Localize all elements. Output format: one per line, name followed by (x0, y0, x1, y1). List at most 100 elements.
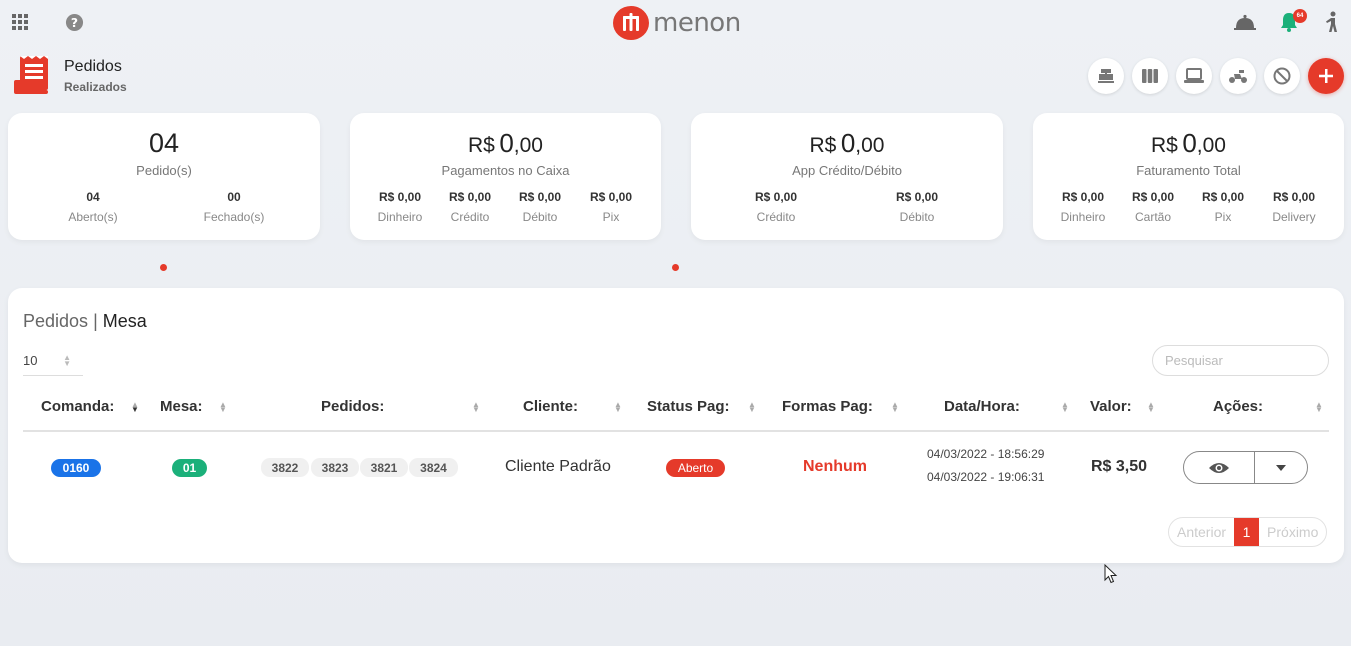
sort-icon[interactable]: ▲ ▼ (1315, 401, 1323, 414)
cashier-item-value: R$ 0,00 (448, 190, 492, 204)
total-item-value: R$ 0,00 (1272, 190, 1316, 204)
apps-grid-icon[interactable] (9, 11, 31, 33)
app-item-value: R$ 0,00 (754, 190, 798, 204)
carousel-dot[interactable] (160, 264, 167, 271)
sort-icon[interactable]: ▲ ▼ (1061, 401, 1069, 414)
person-icon[interactable] (1321, 11, 1343, 33)
cashier-int: 0 (499, 128, 514, 158)
data-inicio: 04/03/2022 - 18:56:29 (927, 447, 1045, 461)
carousel-dot[interactable] (672, 264, 679, 271)
header-pedidos[interactable]: Pedidos: (321, 398, 384, 415)
app-item-value: R$ 0,00 (895, 190, 939, 204)
sort-icon[interactable]: ▲ ▼ (1147, 401, 1155, 414)
total-item-value: R$ 0,00 (1201, 190, 1245, 204)
cashier-currency: R$ (468, 134, 495, 157)
header-formas[interactable]: Formas Pag: (782, 398, 873, 415)
brand-logo[interactable]: menon (613, 6, 741, 40)
block-button[interactable] (1264, 58, 1300, 94)
total-int: 0 (1182, 128, 1197, 158)
formas-pag-value: Nenhum (803, 458, 867, 475)
cash-register-button[interactable] (1088, 58, 1124, 94)
menon-logo-icon (613, 6, 649, 40)
add-icon (1319, 69, 1333, 83)
sort-icon[interactable]: ▲ ▼ (131, 401, 139, 414)
svg-text:?: ? (70, 15, 77, 29)
cashier-item: R$ 0,00 Dinheiro (365, 190, 435, 224)
pedido-chip[interactable]: 3824 (409, 458, 458, 477)
orders-count: 04 (148, 128, 180, 158)
laptop-button[interactable] (1176, 58, 1212, 94)
page-button-current[interactable]: 1 (1234, 518, 1260, 546)
total-item-label: Dinheiro (1060, 210, 1106, 224)
pedido-chip[interactable]: 3822 (261, 458, 309, 477)
comanda-badge: 0160 (51, 459, 101, 477)
header-mesa[interactable]: Mesa: (160, 398, 203, 415)
app-caption: App Crédito/Débito (792, 163, 902, 178)
sort-icon[interactable]: ▲ ▼ (472, 401, 480, 414)
panel-title-separator: | (88, 311, 103, 331)
orders-card: 04 Pedido(s) 04 Aberto(s) 00 Fechado(s) (8, 113, 320, 240)
select-arrows-icon: ▲ ▼ (63, 353, 71, 368)
columns-button[interactable] (1132, 58, 1168, 94)
pedido-chip[interactable]: 3821 (360, 458, 408, 477)
header-acoes[interactable]: Ações: (1213, 398, 1263, 415)
total-item-value: R$ 0,00 (1131, 190, 1175, 204)
total-card: R$ 0,00 Faturamento Total R$ 0,00 Dinhei… (1033, 113, 1344, 240)
delivery-button[interactable] (1220, 58, 1256, 94)
header-valor[interactable]: Valor: (1090, 398, 1132, 415)
sort-icon[interactable]: ▲ ▼ (748, 401, 756, 414)
app-int: 0 (840, 128, 856, 158)
caret-down-icon (1276, 464, 1286, 471)
cashier-item-value: R$ 0,00 (378, 190, 422, 204)
cliente-name: Cliente Padrão (505, 458, 611, 475)
sort-icon[interactable]: ▲ ▼ (614, 401, 622, 414)
add-button[interactable] (1308, 58, 1344, 94)
total-item-value: R$ 0,00 (1061, 190, 1105, 204)
eye-icon (1209, 462, 1229, 473)
orders-panel: Pedidos | Mesa 10 ▲▼ Comanda: ▲▼ Mesa: ▲… (8, 288, 1344, 563)
brand-name: menon (653, 8, 741, 38)
total-item-label: Pix (1214, 210, 1232, 224)
cashier-caption: Pagamentos no Caixa (441, 163, 570, 178)
page-length-select[interactable]: 10 ▲ ▼ (23, 348, 83, 376)
cashier-dec: ,00 (513, 134, 543, 157)
cashier-item-label: Crédito (450, 210, 490, 224)
orders-closed-label: Fechado(s) (203, 210, 265, 224)
mouse-cursor-icon (1104, 564, 1118, 584)
total-item-label: Delivery (1272, 210, 1316, 224)
columns-icon (1142, 69, 1158, 83)
header-comanda[interactable]: Comanda: (41, 398, 114, 415)
notification-badge: 64 (1293, 9, 1307, 23)
cashier-item-label: Pix (602, 210, 620, 224)
laptop-icon (1184, 68, 1204, 83)
next-page-button[interactable]: Próximo (1259, 518, 1326, 546)
search-input[interactable] (1152, 345, 1329, 376)
header-cliente[interactable]: Cliente: (523, 398, 578, 415)
orders-open: 04 Aberto(s) (58, 190, 128, 224)
orders-caption: Pedido(s) (136, 163, 192, 178)
app-item-label: Débito (899, 210, 935, 224)
more-actions-button[interactable] (1255, 452, 1307, 483)
orders-closed: 00 Fechado(s) (199, 190, 269, 224)
help-icon[interactable]: ? (63, 11, 85, 33)
sort-icon[interactable]: ▲ ▼ (891, 401, 899, 414)
row-actions (1183, 451, 1308, 484)
cashier-card: R$ 0,00 Pagamentos no Caixa R$ 0,00 Dinh… (350, 113, 661, 240)
header-data[interactable]: Data/Hora: (944, 398, 1020, 415)
sort-icon[interactable]: ▲ ▼ (219, 401, 227, 414)
total-item: R$ 0,00 Pix (1188, 190, 1258, 224)
status-badge: Aberto (666, 459, 725, 477)
prev-page-button[interactable]: Anterior (1169, 518, 1234, 546)
top-bar: ? menon 64 (0, 0, 1351, 46)
table-header-divider (23, 430, 1329, 432)
cloche-icon[interactable] (1234, 11, 1256, 33)
cashier-item-label: Débito (522, 210, 558, 224)
page-title: Pedidos (64, 58, 122, 75)
app-total: R$ 0,00 (691, 128, 1003, 159)
data-fim: 04/03/2022 - 19:06:31 (927, 470, 1045, 484)
view-button[interactable] (1184, 452, 1255, 483)
delivery-icon (1229, 70, 1247, 83)
pedido-chip[interactable]: 3823 (311, 458, 359, 477)
pagination: Anterior 1 Próximo (1168, 517, 1328, 547)
header-status[interactable]: Status Pag: (647, 398, 730, 415)
